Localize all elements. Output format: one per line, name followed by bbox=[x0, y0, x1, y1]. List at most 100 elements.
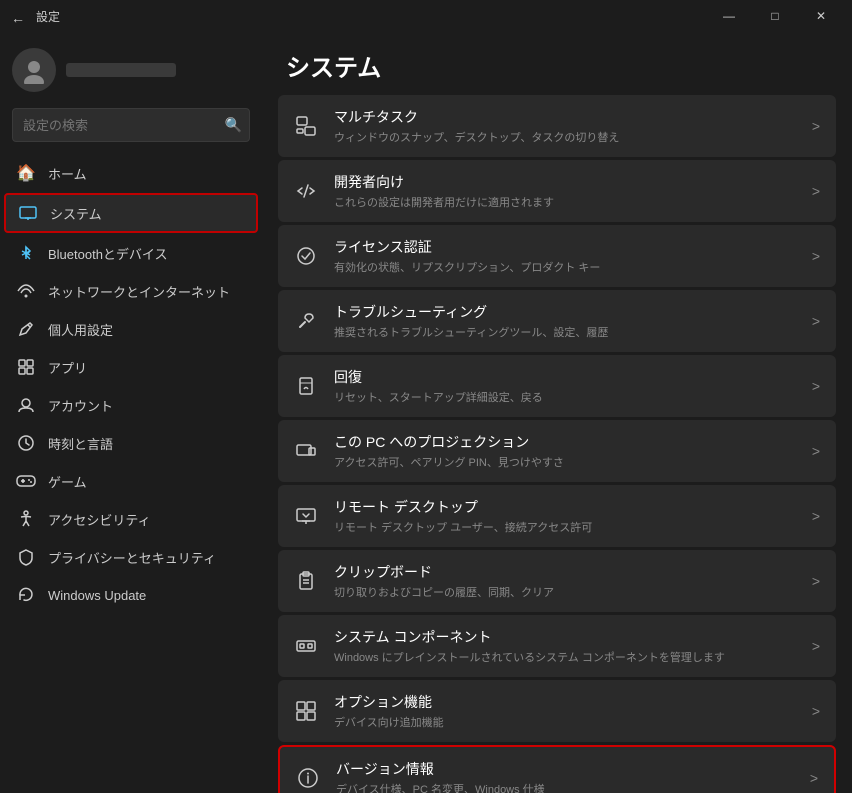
setting-optional[interactable]: オプション機能 デバイス向け追加機能 > bbox=[278, 680, 836, 742]
personal-icon bbox=[16, 319, 36, 339]
accounts-icon bbox=[16, 395, 36, 415]
recovery-text: 回復 リセット、スタートアップ詳細設定、戻る bbox=[334, 367, 796, 405]
privacy-icon bbox=[16, 547, 36, 567]
developer-text: 開発者向け これらの設定は開発者用だけに適用されます bbox=[334, 172, 796, 210]
close-button[interactable]: ✕ bbox=[798, 0, 844, 32]
remote-text: リモート デスクトップ リモート デスクトップ ユーザー、接続アクセス許可 bbox=[334, 497, 796, 535]
multitask-text: マルチタスク ウィンドウのスナップ、デスクトップ、タスクの切り替え bbox=[334, 107, 796, 145]
developer-chevron: > bbox=[812, 183, 820, 199]
home-icon: 🏠 bbox=[16, 163, 36, 183]
recovery-desc: リセット、スタートアップ詳細設定、戻る bbox=[334, 389, 796, 405]
nav-accounts[interactable]: アカウント bbox=[4, 387, 258, 423]
system-icon bbox=[18, 203, 38, 223]
developer-icon bbox=[294, 179, 318, 203]
accessibility-icon bbox=[16, 509, 36, 529]
nav-network-label: ネットワークとインターネット bbox=[48, 282, 230, 301]
content-area: システム マルチタスク ウィンドウのスナップ、デスクトップ、タスクの切り替え > bbox=[262, 32, 852, 793]
maximize-button[interactable]: □ bbox=[752, 0, 798, 32]
nav-accessibility-label: アクセシビリティ bbox=[48, 510, 151, 529]
setting-developer[interactable]: 開発者向け これらの設定は開発者用だけに適用されます > bbox=[278, 160, 836, 222]
developer-title: 開発者向け bbox=[334, 172, 796, 192]
nav-time[interactable]: 時刻と言語 bbox=[4, 425, 258, 461]
recovery-chevron: > bbox=[812, 378, 820, 394]
remote-chevron: > bbox=[812, 508, 820, 524]
nav-time-label: 時刻と言語 bbox=[48, 434, 113, 453]
setting-troubleshoot[interactable]: トラブルシューティング 推奨されるトラブルシューティングツール、設定、履歴 > bbox=[278, 290, 836, 352]
search-input[interactable] bbox=[12, 108, 250, 142]
components-chevron: > bbox=[812, 638, 820, 654]
apps-icon bbox=[16, 357, 36, 377]
nav-accessibility[interactable]: アクセシビリティ bbox=[4, 501, 258, 537]
nav-home[interactable]: 🏠 ホーム bbox=[4, 155, 258, 191]
window-title: 設定 bbox=[36, 8, 60, 25]
troubleshoot-title: トラブルシューティング bbox=[334, 302, 796, 322]
setting-multitask[interactable]: マルチタスク ウィンドウのスナップ、デスクトップ、タスクの切り替え > bbox=[278, 95, 836, 157]
nav-personal[interactable]: 個人用設定 bbox=[4, 311, 258, 347]
optional-chevron: > bbox=[812, 703, 820, 719]
nav-gaming-label: ゲーム bbox=[48, 472, 87, 491]
update-icon bbox=[16, 585, 36, 605]
setting-remote[interactable]: リモート デスクトップ リモート デスクトップ ユーザー、接続アクセス許可 > bbox=[278, 485, 836, 547]
license-chevron: > bbox=[812, 248, 820, 264]
recovery-icon bbox=[294, 374, 318, 398]
nav-update[interactable]: Windows Update bbox=[4, 577, 258, 613]
projection-text: この PC へのプロジェクション アクセス許可、ペアリング PIN、見つけやすさ bbox=[334, 432, 796, 470]
nav-accounts-label: アカウント bbox=[48, 396, 113, 415]
nav-bluetooth-label: Bluetoothとデバイス bbox=[48, 244, 168, 263]
license-desc: 有効化の状態、リプスクリプション、プロダクト キー bbox=[334, 259, 796, 275]
components-icon bbox=[294, 634, 318, 658]
user-profile[interactable] bbox=[0, 40, 262, 108]
nav-system-label: システム bbox=[50, 204, 102, 223]
window-chrome: ← 設定 — □ ✕ bbox=[0, 0, 852, 32]
license-title: ライセンス認証 bbox=[334, 237, 796, 257]
about-desc: デバイス仕様、PC 名変更、Windows 仕様 bbox=[336, 781, 794, 793]
troubleshoot-text: トラブルシューティング 推奨されるトラブルシューティングツール、設定、履歴 bbox=[334, 302, 796, 340]
license-text: ライセンス認証 有効化の状態、リプスクリプション、プロダクト キー bbox=[334, 237, 796, 275]
license-icon bbox=[294, 244, 318, 268]
nav-apps[interactable]: アプリ bbox=[4, 349, 258, 385]
optional-text: オプション機能 デバイス向け追加機能 bbox=[334, 692, 796, 730]
about-title: バージョン情報 bbox=[336, 759, 794, 779]
troubleshoot-desc: 推奨されるトラブルシューティングツール、設定、履歴 bbox=[334, 324, 796, 340]
avatar bbox=[12, 48, 56, 92]
clipboard-chevron: > bbox=[812, 573, 820, 589]
nav-gaming[interactable]: ゲーム bbox=[4, 463, 258, 499]
multitask-chevron: > bbox=[812, 118, 820, 134]
search-icon: 🔍 bbox=[225, 117, 242, 134]
developer-desc: これらの設定は開発者用だけに適用されます bbox=[334, 194, 796, 210]
setting-clipboard[interactable]: クリップボード 切り取りおよびコピーの履歴、同期、クリア > bbox=[278, 550, 836, 612]
remote-icon bbox=[294, 504, 318, 528]
setting-projection[interactable]: この PC へのプロジェクション アクセス許可、ペアリング PIN、見つけやすさ… bbox=[278, 420, 836, 482]
setting-components[interactable]: システム コンポーネント Windows にプレインストールされているシステム … bbox=[278, 615, 836, 677]
gaming-icon bbox=[16, 471, 36, 491]
projection-chevron: > bbox=[812, 443, 820, 459]
nav-network[interactable]: ネットワークとインターネット bbox=[4, 273, 258, 309]
setting-recovery[interactable]: 回復 リセット、スタートアップ詳細設定、戻る > bbox=[278, 355, 836, 417]
multitask-desc: ウィンドウのスナップ、デスクトップ、タスクの切り替え bbox=[334, 129, 796, 145]
recovery-title: 回復 bbox=[334, 367, 796, 387]
components-text: システム コンポーネント Windows にプレインストールされているシステム … bbox=[334, 627, 796, 665]
user-name-bar bbox=[66, 63, 176, 77]
setting-license[interactable]: ライセンス認証 有効化の状態、リプスクリプション、プロダクト キー > bbox=[278, 225, 836, 287]
search-box[interactable]: 🔍 bbox=[12, 108, 250, 142]
components-title: システム コンポーネント bbox=[334, 627, 796, 647]
clipboard-title: クリップボード bbox=[334, 562, 796, 582]
window-controls: — □ ✕ bbox=[706, 0, 844, 32]
about-icon bbox=[296, 766, 320, 790]
nav-system[interactable]: システム bbox=[4, 193, 258, 233]
content-scroll[interactable]: マルチタスク ウィンドウのスナップ、デスクトップ、タスクの切り替え > 開発者向… bbox=[262, 95, 852, 793]
troubleshoot-icon bbox=[294, 309, 318, 333]
minimize-button[interactable]: — bbox=[706, 0, 752, 32]
nav-bluetooth[interactable]: Bluetoothとデバイス bbox=[4, 235, 258, 271]
nav-apps-label: アプリ bbox=[48, 358, 87, 377]
about-chevron: > bbox=[810, 770, 818, 786]
projection-icon bbox=[294, 439, 318, 463]
bluetooth-icon bbox=[16, 243, 36, 263]
remote-title: リモート デスクトップ bbox=[334, 497, 796, 517]
back-button[interactable]: ← bbox=[6, 6, 30, 30]
projection-desc: アクセス許可、ペアリング PIN、見つけやすさ bbox=[334, 454, 796, 470]
nav-privacy[interactable]: プライバシーとセキュリティ bbox=[4, 539, 258, 575]
nav-home-label: ホーム bbox=[48, 164, 87, 183]
remote-desc: リモート デスクトップ ユーザー、接続アクセス許可 bbox=[334, 519, 796, 535]
setting-about[interactable]: バージョン情報 デバイス仕様、PC 名変更、Windows 仕様 > bbox=[278, 745, 836, 793]
